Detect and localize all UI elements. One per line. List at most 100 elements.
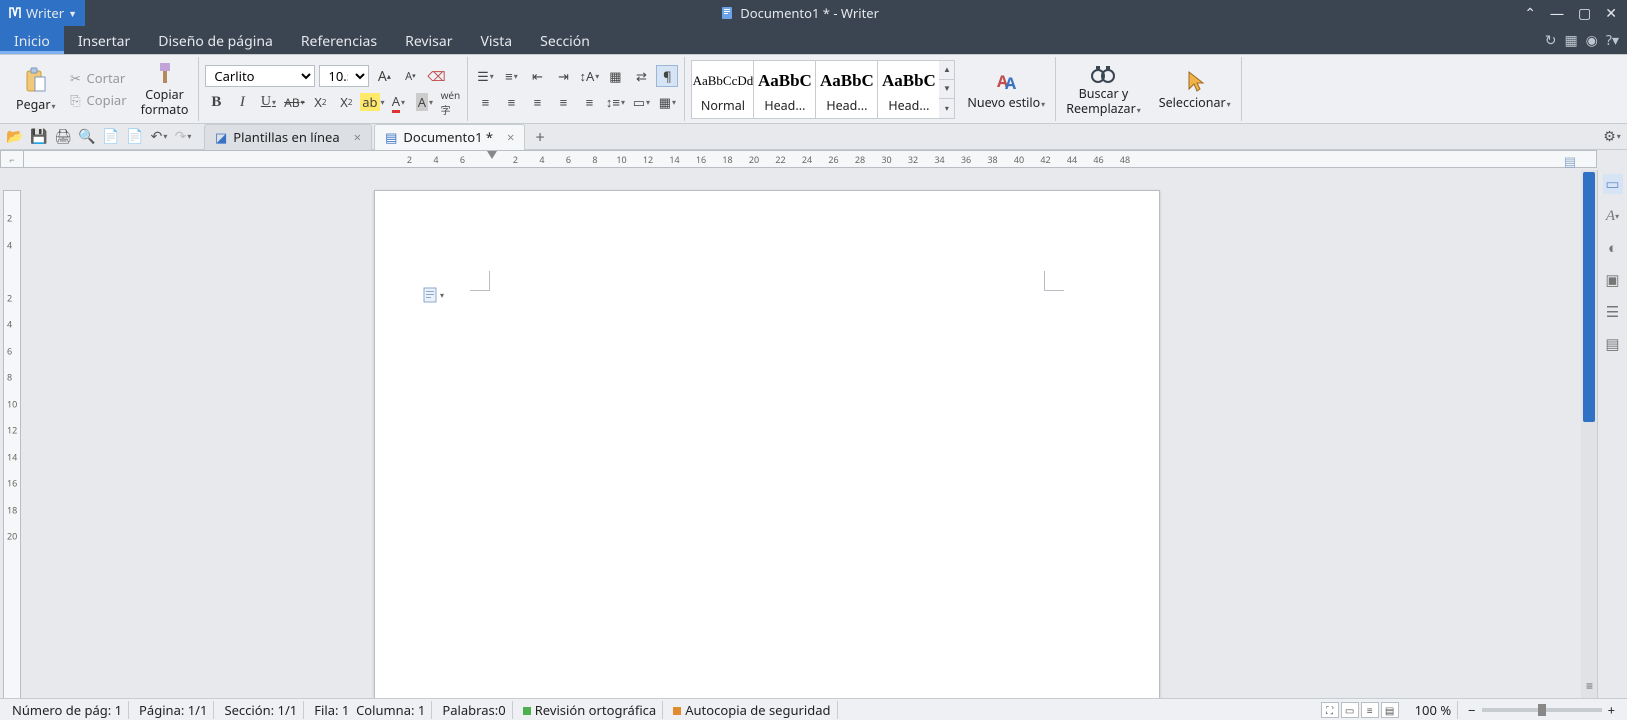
undo-button[interactable]: ↶▾	[150, 128, 168, 146]
panel-toggle-button[interactable]: ≡	[1586, 677, 1593, 694]
collapse-ribbon-icon[interactable]: ⌃	[1524, 4, 1536, 23]
subscript-button[interactable]: X2	[335, 91, 357, 113]
zoom-out-button[interactable]: −	[1468, 701, 1475, 719]
style-heading-2[interactable]: AaBbC Head...	[815, 60, 877, 119]
menu-diseno[interactable]: Diseño de página	[144, 26, 287, 54]
phonetic-guide-button[interactable]: wén字	[439, 91, 461, 113]
text-direction-button[interactable]: ↕A▾	[578, 65, 600, 87]
font-name-select[interactable]: Carlito	[205, 65, 315, 87]
char-shading-button[interactable]: A▾	[413, 91, 435, 113]
borders-button[interactable]: ▦▾	[656, 91, 678, 113]
tab-document1[interactable]: ▤ Documento1 * ×	[374, 124, 525, 150]
bullets-button[interactable]: ☰▾	[474, 65, 496, 87]
line-spacing-button[interactable]: ↕≡▾	[604, 91, 626, 113]
zoom-in-button[interactable]: +	[1608, 701, 1615, 719]
view-print-layout-button[interactable]: ▭	[1341, 702, 1359, 718]
status-page-number[interactable]: Número de pág: 1	[6, 701, 129, 719]
help-icon[interactable]: ?▾	[1606, 31, 1619, 50]
menu-insertar[interactable]: Insertar	[64, 26, 144, 54]
skin-icon[interactable]: ◉	[1586, 31, 1598, 50]
sidepanel-character-icon[interactable]: A▾	[1603, 206, 1623, 226]
menu-revisar[interactable]: Revisar	[391, 26, 466, 54]
sidepanel-gallery-icon[interactable]: ▤	[1603, 334, 1623, 354]
redo-small-button[interactable]: 📄	[126, 128, 144, 146]
export-pdf-button[interactable]: 📄	[102, 128, 120, 146]
styles-expand[interactable]: ▾	[939, 99, 954, 117]
menu-referencias[interactable]: Referencias	[287, 26, 391, 54]
highlight-button[interactable]: ab▾	[361, 91, 383, 113]
shrink-font-button[interactable]: A▾	[399, 65, 421, 87]
scrollbar-thumb[interactable]	[1583, 172, 1595, 422]
sidepanel-page-icon[interactable]: ▭	[1603, 174, 1623, 194]
styles-scroll-down[interactable]: ▼	[939, 80, 954, 99]
clear-format-button[interactable]: ⌫	[425, 65, 447, 87]
select-button[interactable]: Seleccionar▾	[1155, 69, 1235, 110]
shading-button[interactable]: ▭▾	[630, 91, 652, 113]
field-insert-hint[interactable]: ▾	[423, 287, 444, 303]
zoom-knob[interactable]	[1538, 704, 1546, 716]
print-preview-button[interactable]: 🔍	[78, 128, 96, 146]
open-button[interactable]: 📂	[6, 128, 24, 146]
bold-button[interactable]: B	[205, 91, 227, 113]
status-spellcheck[interactable]: Revisión ortográfica	[517, 701, 664, 719]
numbering-button[interactable]: ≡▾	[500, 65, 522, 87]
page[interactable]: ▾	[374, 190, 1160, 698]
menu-seccion[interactable]: Sección	[526, 26, 604, 54]
tab-close-icon[interactable]: ×	[507, 128, 514, 146]
copy-button[interactable]: ⎘ Copiar	[66, 90, 129, 110]
new-style-button[interactable]: AA Nuevo estilo▾	[963, 69, 1049, 110]
menu-vista[interactable]: Vista	[467, 26, 527, 54]
strikethrough-button[interactable]: AB▾	[283, 91, 305, 113]
new-tab-button[interactable]: +	[527, 124, 552, 150]
align-center-button[interactable]: ≡	[500, 91, 522, 113]
view-outline-button[interactable]: ≡	[1361, 702, 1379, 718]
paste-button[interactable]: Pegar▾	[12, 67, 60, 112]
style-heading-3[interactable]: AaBbC Head...	[877, 60, 939, 119]
view-fullscreen-button[interactable]: ⛶	[1321, 702, 1339, 718]
find-replace-button[interactable]: Buscar y Reemplazar▾	[1062, 62, 1145, 116]
align-justify-button[interactable]: ≡	[552, 91, 574, 113]
ruler-corner[interactable]: ⌐	[0, 150, 24, 168]
ruler-toggle-icon[interactable]: ▤	[1561, 152, 1579, 170]
menu-inicio[interactable]: Inicio	[0, 26, 64, 54]
window-close-icon[interactable]: ✕	[1605, 4, 1617, 23]
style-normal[interactable]: AaBbCcDd Normal	[691, 60, 753, 119]
status-row-col[interactable]: Fila: 1 Columna: 1	[308, 701, 432, 719]
vertical-ruler[interactable]: 422468101214161820	[0, 170, 24, 698]
window-maximize-icon[interactable]: ▢	[1578, 4, 1591, 23]
tab-close-icon[interactable]: ×	[354, 128, 361, 146]
styles-scroll-up[interactable]: ▲	[939, 61, 954, 80]
align-right-button[interactable]: ≡	[526, 91, 548, 113]
insert-table-button[interactable]: ▦	[604, 65, 626, 87]
decrease-indent-button[interactable]: ⇤	[526, 65, 548, 87]
status-zoom-label[interactable]: 100 %	[1409, 701, 1459, 719]
redo-button[interactable]: ↷▾	[174, 128, 192, 146]
underline-button[interactable]: U▾	[257, 91, 279, 113]
status-section[interactable]: Sección: 1/1	[218, 701, 304, 719]
superscript-button[interactable]: X2	[309, 91, 331, 113]
cut-button[interactable]: ✂ Cortar	[66, 68, 129, 88]
status-autosave[interactable]: Autocopia de seguridad	[667, 701, 837, 719]
tab-settings-button[interactable]: ⇄	[630, 65, 652, 87]
zoom-track[interactable]	[1482, 708, 1602, 712]
status-words[interactable]: Palabras:0	[436, 701, 512, 719]
sidepanel-shape-icon[interactable]: ◐	[1603, 238, 1623, 258]
font-size-select[interactable]: 10.5	[319, 65, 369, 87]
show-marks-button[interactable]: ¶	[656, 65, 678, 87]
save-button[interactable]: 💾	[30, 128, 48, 146]
app-menu-button[interactable]: Writer ▼	[0, 0, 85, 26]
tab-templates[interactable]: ◪ Plantillas en línea ×	[204, 124, 372, 150]
sync-icon[interactable]: ↻	[1545, 31, 1557, 50]
font-color-button[interactable]: A▾	[387, 91, 409, 113]
canvas[interactable]: ▾	[24, 170, 1597, 698]
status-page-of[interactable]: Página: 1/1	[133, 701, 214, 719]
zoom-slider[interactable]: − +	[1462, 701, 1621, 719]
view-web-layout-button[interactable]: ▤	[1381, 702, 1399, 718]
align-left-button[interactable]: ≡	[474, 91, 496, 113]
toolbar-options-button[interactable]: ⚙▾	[1603, 128, 1621, 146]
vertical-scrollbar[interactable]	[1581, 170, 1597, 698]
sidepanel-navigator-icon[interactable]: ☰	[1603, 302, 1623, 322]
horizontal-ruler[interactable]: 6422468101214161820222426283032343638404…	[24, 150, 1597, 168]
increase-indent-button[interactable]: ⇥	[552, 65, 574, 87]
align-distribute-button[interactable]: ≡	[578, 91, 600, 113]
